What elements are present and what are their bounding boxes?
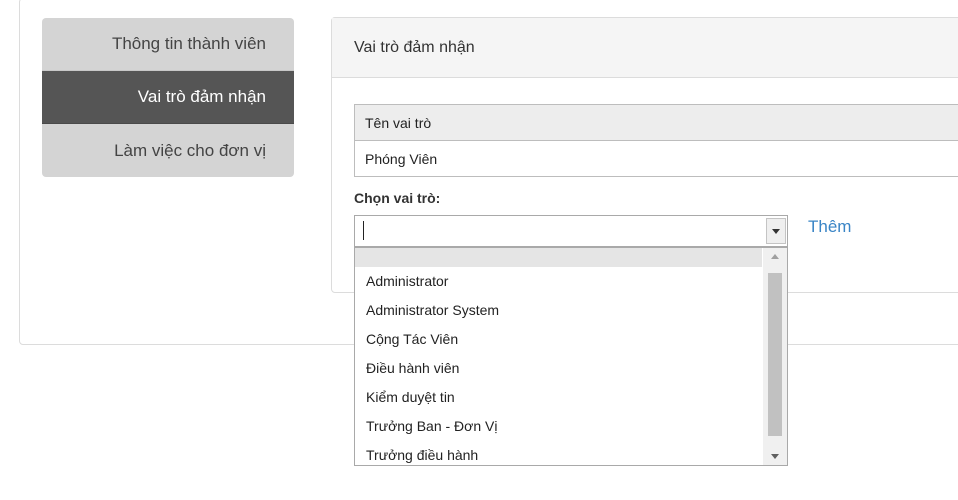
- combobox-toggle-button[interactable]: [766, 218, 786, 244]
- vertical-tabs: Thông tin thành viên Vai trò đảm nhận Là…: [42, 18, 294, 177]
- dropdown-option[interactable]: Administrator System: [355, 296, 762, 325]
- tab-work-unit[interactable]: Làm việc cho đơn vị: [42, 124, 294, 177]
- dropdown-option[interactable]: Trưởng Ban - Đơn Vị: [355, 412, 762, 441]
- scrollbar-thumb[interactable]: [768, 273, 782, 436]
- add-role-link[interactable]: Thêm: [808, 217, 851, 237]
- scroll-down-button[interactable]: [763, 448, 787, 465]
- dropdown-option[interactable]: Kiểm duyệt tin: [355, 383, 762, 412]
- roles-table: Tên vai trò Phóng Viên: [354, 104, 958, 177]
- role-dropdown-list: Administrator Administrator System Cộng …: [354, 247, 788, 466]
- dropdown-option-empty[interactable]: [355, 248, 762, 267]
- role-combobox-input[interactable]: [355, 216, 755, 246]
- scroll-down-icon: [771, 454, 779, 459]
- tab-member-info[interactable]: Thông tin thành viên: [42, 18, 294, 71]
- dropdown-option[interactable]: Administrator: [355, 267, 762, 296]
- dropdown-scrollbar[interactable]: [763, 248, 787, 465]
- dropdown-options: Administrator Administrator System Cộng …: [355, 248, 762, 465]
- table-header-row: Tên vai trò: [354, 104, 958, 141]
- dropdown-option[interactable]: Trưởng điều hành: [355, 441, 762, 465]
- tab-label: Làm việc cho đơn vị: [114, 140, 266, 160]
- dropdown-option[interactable]: Cộng Tác Viên: [355, 325, 762, 354]
- dropdown-option[interactable]: Điều hành viên: [355, 354, 762, 383]
- choose-role-label: Chọn vai trò:: [354, 190, 441, 206]
- scroll-up-button[interactable]: [763, 248, 787, 265]
- tab-roles[interactable]: Vai trò đảm nhận: [42, 71, 294, 124]
- scroll-up-icon: [771, 254, 779, 259]
- panel-heading: Vai trò đảm nhận: [332, 18, 958, 78]
- role-name-cell: Phóng Viên: [354, 140, 958, 177]
- chevron-down-icon: [772, 228, 780, 234]
- panel-title: Vai trò đảm nhận: [354, 38, 475, 56]
- role-combobox[interactable]: [354, 215, 788, 247]
- table-row: Phóng Viên: [354, 140, 958, 177]
- column-header-role-name: Tên vai trò: [354, 104, 958, 141]
- tab-label: Vai trò đảm nhận: [137, 87, 266, 106]
- text-cursor: [363, 221, 364, 240]
- tab-label: Thông tin thành viên: [111, 34, 266, 53]
